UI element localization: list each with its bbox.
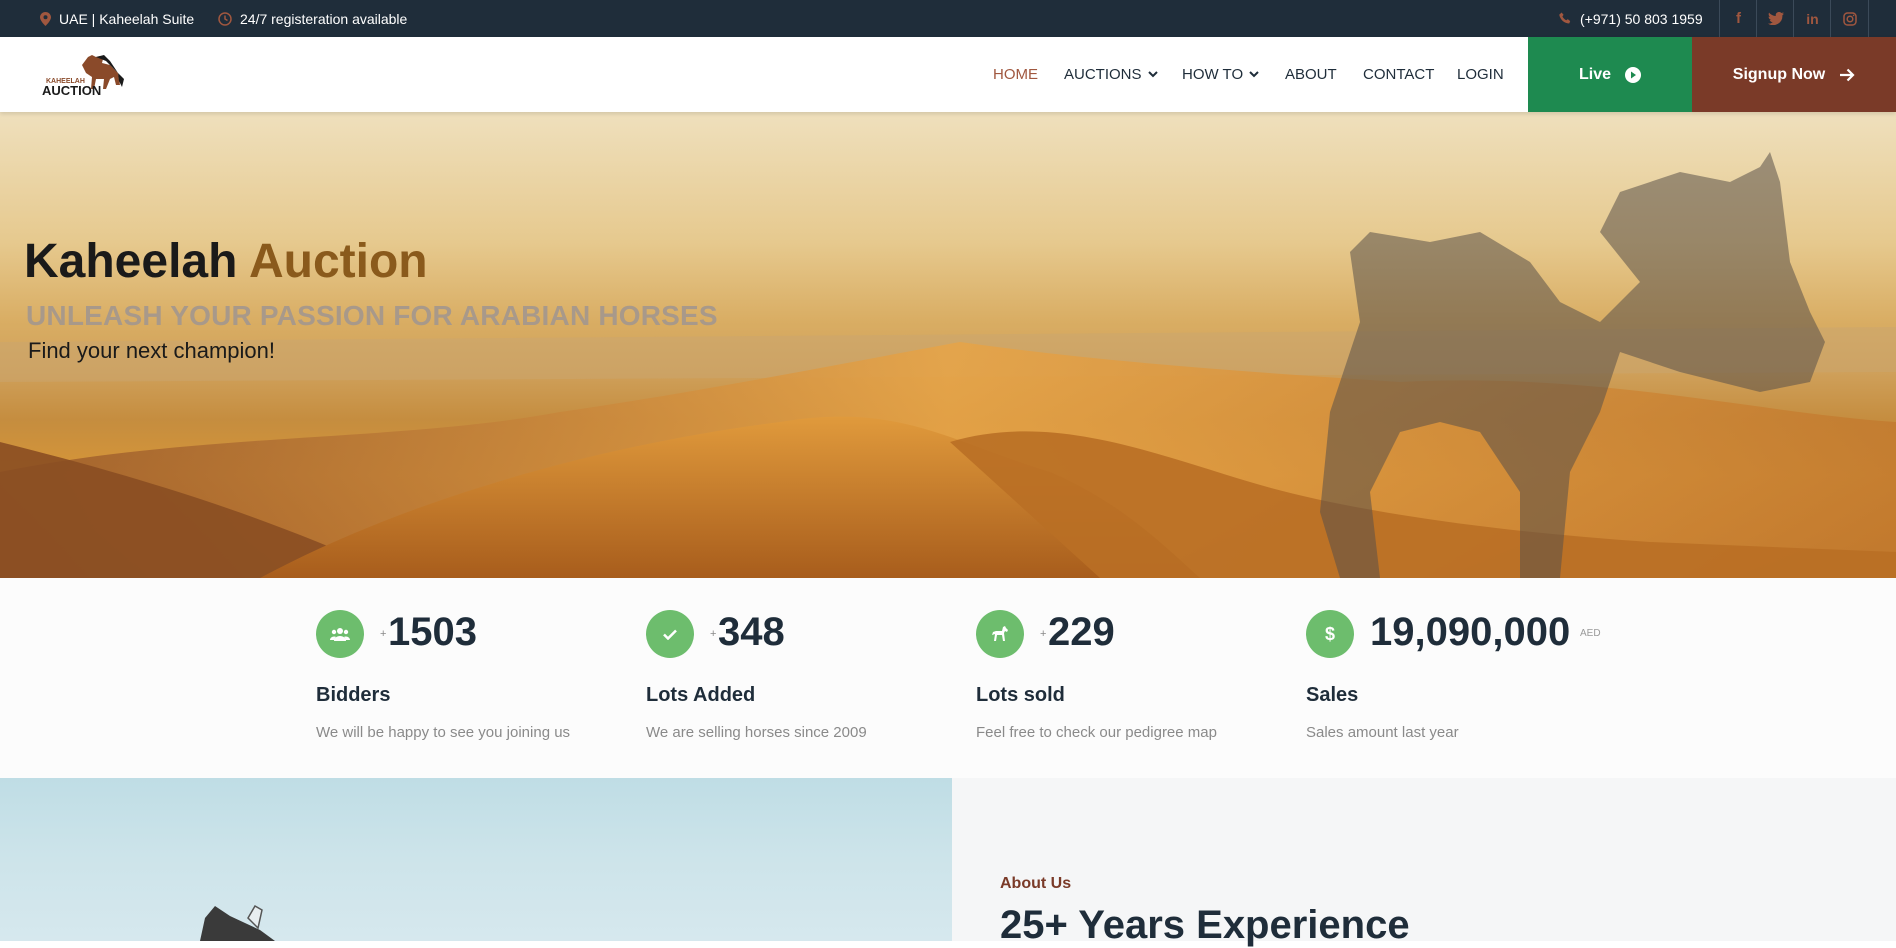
- map-pin-icon: [40, 11, 51, 26]
- live-button-label: Live: [1578, 65, 1611, 83]
- topbar-registration-text: 24/7 registeration available: [240, 10, 408, 27]
- arrow-right-icon: [1840, 68, 1855, 81]
- stat-value: 1503: [388, 610, 477, 654]
- stat-sales: $ 19,090,000 AED Sales Sales amount last…: [1306, 578, 1626, 778]
- topbar-location-text: UAE | Kaheelah Suite: [59, 10, 195, 27]
- topbar: UAE | Kaheelah Suite 24/7 registeration …: [0, 0, 1896, 37]
- dollar-icon: $: [1306, 610, 1354, 658]
- hero-title-accent: Auction: [248, 235, 428, 288]
- twitter-icon[interactable]: [1756, 0, 1794, 37]
- hero-title: Kaheelah Auction: [24, 234, 428, 289]
- nav-howto[interactable]: HOW TO: [1182, 37, 1259, 112]
- stat-prefix: +: [380, 628, 387, 640]
- stat-value: 19,090,000: [1370, 610, 1571, 654]
- check-icon: [646, 610, 694, 658]
- desert-background-image: [0, 152, 1896, 578]
- stat-label: Sales: [1306, 684, 1359, 706]
- live-button[interactable]: Live: [1528, 37, 1692, 112]
- clock-icon: [218, 11, 232, 26]
- hero-title-main: Kaheelah: [24, 235, 238, 288]
- stat-prefix: +: [710, 628, 717, 640]
- play-circle-icon: [1625, 66, 1641, 83]
- stats-section: + 1503 Bidders We will be happy to see y…: [0, 578, 1896, 778]
- stat-label: Lots sold: [976, 684, 1065, 706]
- topbar-phone-text: (+971) 50 803 1959: [1580, 10, 1703, 27]
- stat-description: Sales amount last year: [1306, 724, 1459, 741]
- stat-label: Lots Added: [646, 684, 756, 706]
- stat-lots-sold: + 229 Lots sold Feel free to check our p…: [976, 578, 1296, 778]
- about-heading: 25+ Years Experience: [1000, 903, 1410, 947]
- nav-home[interactable]: HOME: [993, 37, 1038, 112]
- nav-auctions[interactable]: AUCTIONS: [1064, 37, 1158, 112]
- stat-description: We will be happy to see you joining us: [316, 724, 571, 741]
- linkedin-icon[interactable]: in: [1793, 0, 1831, 37]
- stat-label: Bidders: [316, 684, 391, 706]
- horse-photo: [200, 904, 275, 941]
- signup-button[interactable]: Signup Now: [1692, 37, 1896, 112]
- nav-login[interactable]: LOGIN: [1457, 37, 1504, 112]
- topbar-phone[interactable]: (+971) 50 803 1959: [1559, 0, 1703, 37]
- nav-howto-label: HOW TO: [1182, 66, 1244, 83]
- stat-value: 348: [718, 610, 785, 654]
- nav-contact[interactable]: CONTACT: [1363, 37, 1434, 112]
- hero-tagline: Find your next champion!: [28, 338, 276, 363]
- stat-lots-added: + 348 Lots Added We are selling horses s…: [646, 578, 966, 778]
- chevron-down-icon: [1147, 71, 1158, 78]
- facebook-icon[interactable]: f: [1719, 0, 1757, 37]
- site-header: KAHEELAH AUCTION HOME AUCTIONS HOW TO AB…: [0, 37, 1896, 112]
- hero-banner: Kaheelah Auction UNLEASH YOUR PASSION FO…: [0, 112, 1896, 578]
- stat-prefix: +: [1040, 628, 1047, 640]
- horse-icon: [976, 610, 1024, 658]
- stat-bidders: + 1503 Bidders We will be happy to see y…: [316, 578, 636, 778]
- stat-unit: AED: [1580, 628, 1601, 639]
- topbar-location: UAE | Kaheelah Suite: [40, 0, 194, 37]
- topbar-registration: 24/7 registeration available: [218, 0, 407, 37]
- about-image: [0, 778, 952, 941]
- site-logo[interactable]: KAHEELAH AUCTION: [40, 51, 130, 99]
- phone-icon: [1559, 12, 1571, 24]
- nav-auctions-label: AUCTIONS: [1064, 66, 1142, 83]
- logo-large-text: AUCTION: [42, 83, 101, 98]
- stat-value: 229: [1048, 610, 1115, 654]
- stat-description: We are selling horses since 2009: [646, 724, 867, 741]
- hero-subtitle: UNLEASH YOUR PASSION FOR ARABIAN HORSES: [26, 300, 718, 331]
- users-icon: [316, 610, 364, 658]
- signup-button-label: Signup Now: [1732, 65, 1826, 83]
- nav-about[interactable]: ABOUT: [1285, 37, 1337, 112]
- stat-description: Feel free to check our pedigree map: [976, 724, 1217, 741]
- about-section: About Us 25+ Years Experience: [952, 778, 1896, 947]
- chevron-down-icon: [1249, 71, 1259, 78]
- about-kicker: About Us: [1000, 875, 1072, 892]
- instagram-icon[interactable]: [1830, 0, 1869, 37]
